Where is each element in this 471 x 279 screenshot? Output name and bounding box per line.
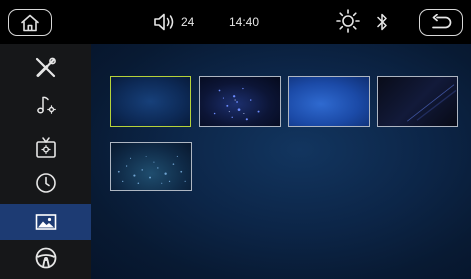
clock-icon: [35, 173, 56, 193]
return-arrow-icon: [432, 13, 452, 28]
sidebar-item-audio[interactable]: [0, 87, 91, 123]
sidebar-item-wallpaper[interactable]: [0, 204, 91, 240]
wallpaper-settings-screen: 24 14:40: [0, 0, 471, 279]
wallpaper-thumbnail-4[interactable]: [377, 76, 458, 127]
sidebar-item-steering[interactable]: [0, 240, 91, 276]
wallpaper-thumbnail-5[interactable]: [110, 142, 192, 191]
wallpaper-thumbnail-1[interactable]: [110, 76, 191, 127]
status-bar: 24 14:40: [0, 0, 471, 44]
speaker-icon[interactable]: [153, 12, 177, 32]
steering-wheel-icon: [35, 247, 56, 269]
sidebar-item-tools[interactable]: [0, 50, 91, 86]
sidebar-item-clock[interactable]: [0, 165, 91, 201]
home-icon: [21, 14, 39, 31]
home-button[interactable]: [8, 9, 52, 36]
bluetooth-icon[interactable]: [375, 11, 389, 33]
wallpaper-icon: [35, 214, 56, 230]
wallpaper-5-preview: [117, 155, 186, 185]
wallpaper-grid: [91, 44, 471, 279]
settings-sidebar: [0, 44, 91, 279]
sun-icon[interactable]: [336, 9, 360, 33]
wallpaper-thumbnail-2[interactable]: [199, 76, 281, 127]
tools-icon: [35, 57, 56, 78]
music-settings-icon: [36, 96, 56, 114]
wallpaper-4-preview: [407, 84, 457, 122]
back-button[interactable]: [419, 9, 463, 36]
wallpaper-2-preview: [213, 87, 260, 121]
wallpaper-thumbnail-3[interactable]: [288, 76, 370, 127]
volume-level: 24: [181, 15, 195, 29]
sidebar-item-display[interactable]: [0, 130, 91, 166]
tv-settings-icon: [35, 137, 56, 158]
clock-time: 14:40: [229, 15, 260, 29]
